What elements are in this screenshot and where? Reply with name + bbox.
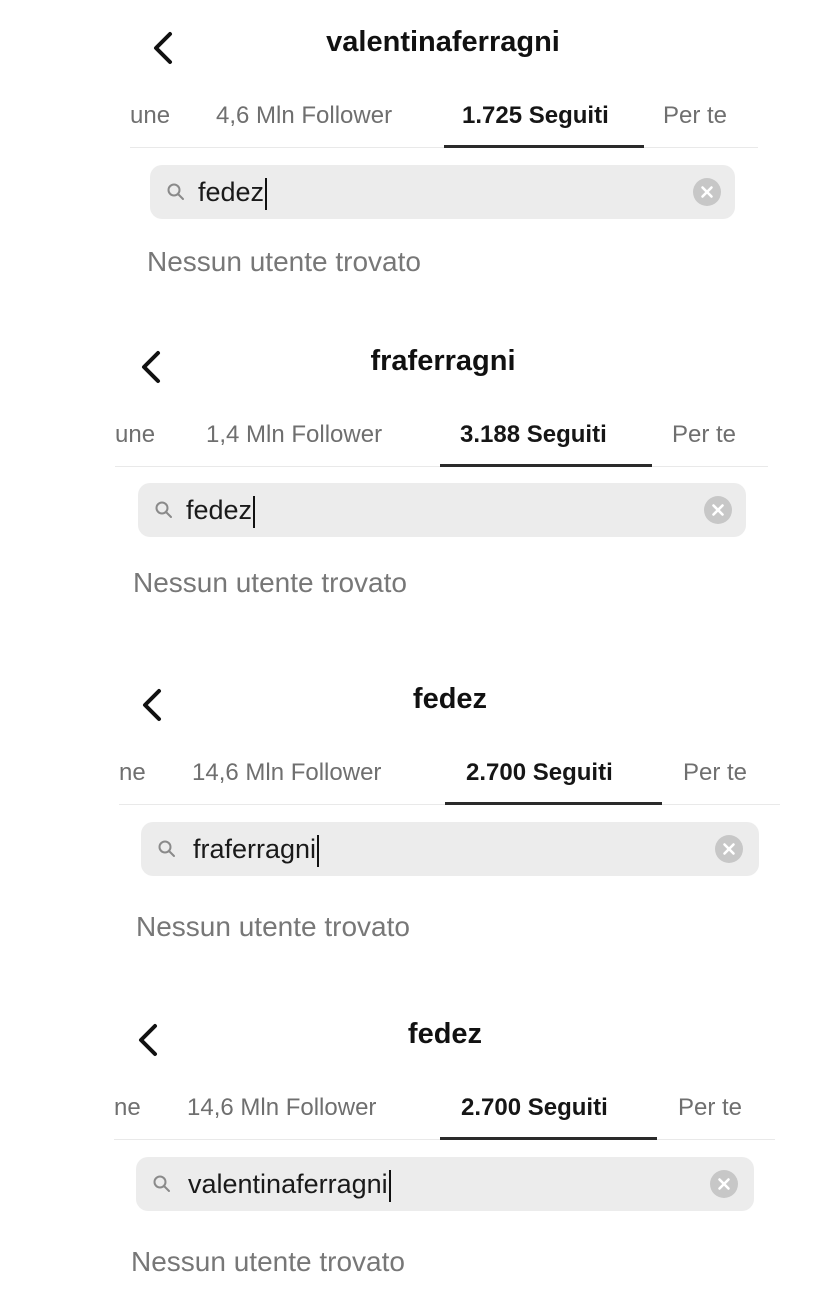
tab-seguiti[interactable]: 2.700 Seguiti (461, 1088, 608, 1128)
search-query-text: fraferragni (193, 834, 317, 864)
search-input[interactable]: fedez (198, 165, 268, 219)
clear-search-button[interactable] (693, 178, 721, 206)
page-title: valentinaferragni (326, 26, 560, 58)
tab-seguiti[interactable]: 2.700 Seguiti (466, 753, 613, 793)
search-query-text: valentinaferragni (188, 1169, 388, 1199)
clear-search-button[interactable] (704, 496, 732, 524)
search-field[interactable]: fedez (150, 165, 735, 219)
search-field[interactable]: valentinaferragni (136, 1157, 754, 1211)
no-results-message: Nessun utente trovato (131, 1246, 405, 1277)
clear-circle-icon (723, 843, 735, 855)
tab-per-te[interactable]: Per te (672, 415, 736, 455)
screen-panel-valentinaferragni: valentinaferragni une 4,6 Mln Follower 1… (0, 0, 838, 320)
tab-follower[interactable]: 14,6 Mln Follower (192, 753, 381, 793)
search-input[interactable]: fedez (186, 483, 256, 537)
search-field[interactable]: fraferragni (141, 822, 759, 876)
active-tab-indicator (445, 802, 662, 805)
search-query-text: fedez (198, 177, 265, 207)
screen-panel-fraferragni: fraferragni une 1,4 Mln Follower 3.188 S… (0, 319, 838, 639)
page-title: fedez (407, 1018, 483, 1050)
active-tab-indicator (440, 464, 652, 467)
clear-circle-icon (718, 1178, 730, 1190)
clear-search-button[interactable] (710, 1170, 738, 1198)
tab-comune[interactable]: une (130, 96, 170, 136)
active-tab-indicator (440, 1137, 657, 1140)
tab-per-te[interactable]: Per te (663, 96, 727, 136)
tab-bar: une 4,6 Mln Follower 1.725 Seguiti Per t… (0, 96, 838, 138)
tab-follower[interactable]: 1,4 Mln Follower (206, 415, 382, 455)
clear-circle-icon (712, 504, 724, 516)
clear-search-button[interactable] (715, 835, 743, 863)
tab-comune[interactable]: ne (119, 753, 146, 793)
text-cursor (265, 177, 268, 210)
page-title: fedez (412, 683, 488, 715)
no-results-message: Nessun utente trovato (133, 567, 407, 598)
tab-follower[interactable]: 14,6 Mln Follower (187, 1088, 376, 1128)
search-icon (155, 501, 172, 518)
search-field[interactable]: fedez (138, 483, 746, 537)
tab-seguiti[interactable]: 3.188 Seguiti (460, 415, 607, 455)
search-icon (153, 1175, 170, 1192)
tab-comune[interactable]: une (115, 415, 155, 455)
search-icon (158, 840, 175, 857)
page-title: fraferragni (370, 345, 516, 377)
tab-bar: ne 14,6 Mln Follower 2.700 Seguiti Per t… (0, 1088, 838, 1130)
tab-comune[interactable]: ne (114, 1088, 141, 1128)
tab-per-te[interactable]: Per te (683, 753, 747, 793)
no-results-message: Nessun utente trovato (136, 911, 410, 942)
text-cursor (253, 495, 256, 528)
tab-bar: une 1,4 Mln Follower 3.188 Seguiti Per t… (0, 415, 838, 457)
text-cursor (388, 1169, 391, 1202)
tab-follower[interactable]: 4,6 Mln Follower (216, 96, 392, 136)
clear-circle-icon (701, 186, 713, 198)
tab-per-te[interactable]: Per te (678, 1088, 742, 1128)
search-icon (167, 183, 184, 200)
no-results-message: Nessun utente trovato (147, 246, 421, 277)
tab-bar: ne 14,6 Mln Follower 2.700 Seguiti Per t… (0, 753, 838, 795)
search-input[interactable]: fraferragni (193, 822, 320, 876)
screen-panel-fedez-b: fedez ne 14,6 Mln Follower 2.700 Seguiti… (0, 992, 838, 1312)
active-tab-indicator (444, 145, 644, 148)
screen-panel-fedez-a: fedez ne 14,6 Mln Follower 2.700 Seguiti… (0, 657, 838, 977)
search-query-text: fedez (186, 495, 253, 525)
search-input[interactable]: valentinaferragni (188, 1157, 391, 1211)
tab-seguiti[interactable]: 1.725 Seguiti (462, 96, 609, 136)
text-cursor (317, 834, 320, 867)
